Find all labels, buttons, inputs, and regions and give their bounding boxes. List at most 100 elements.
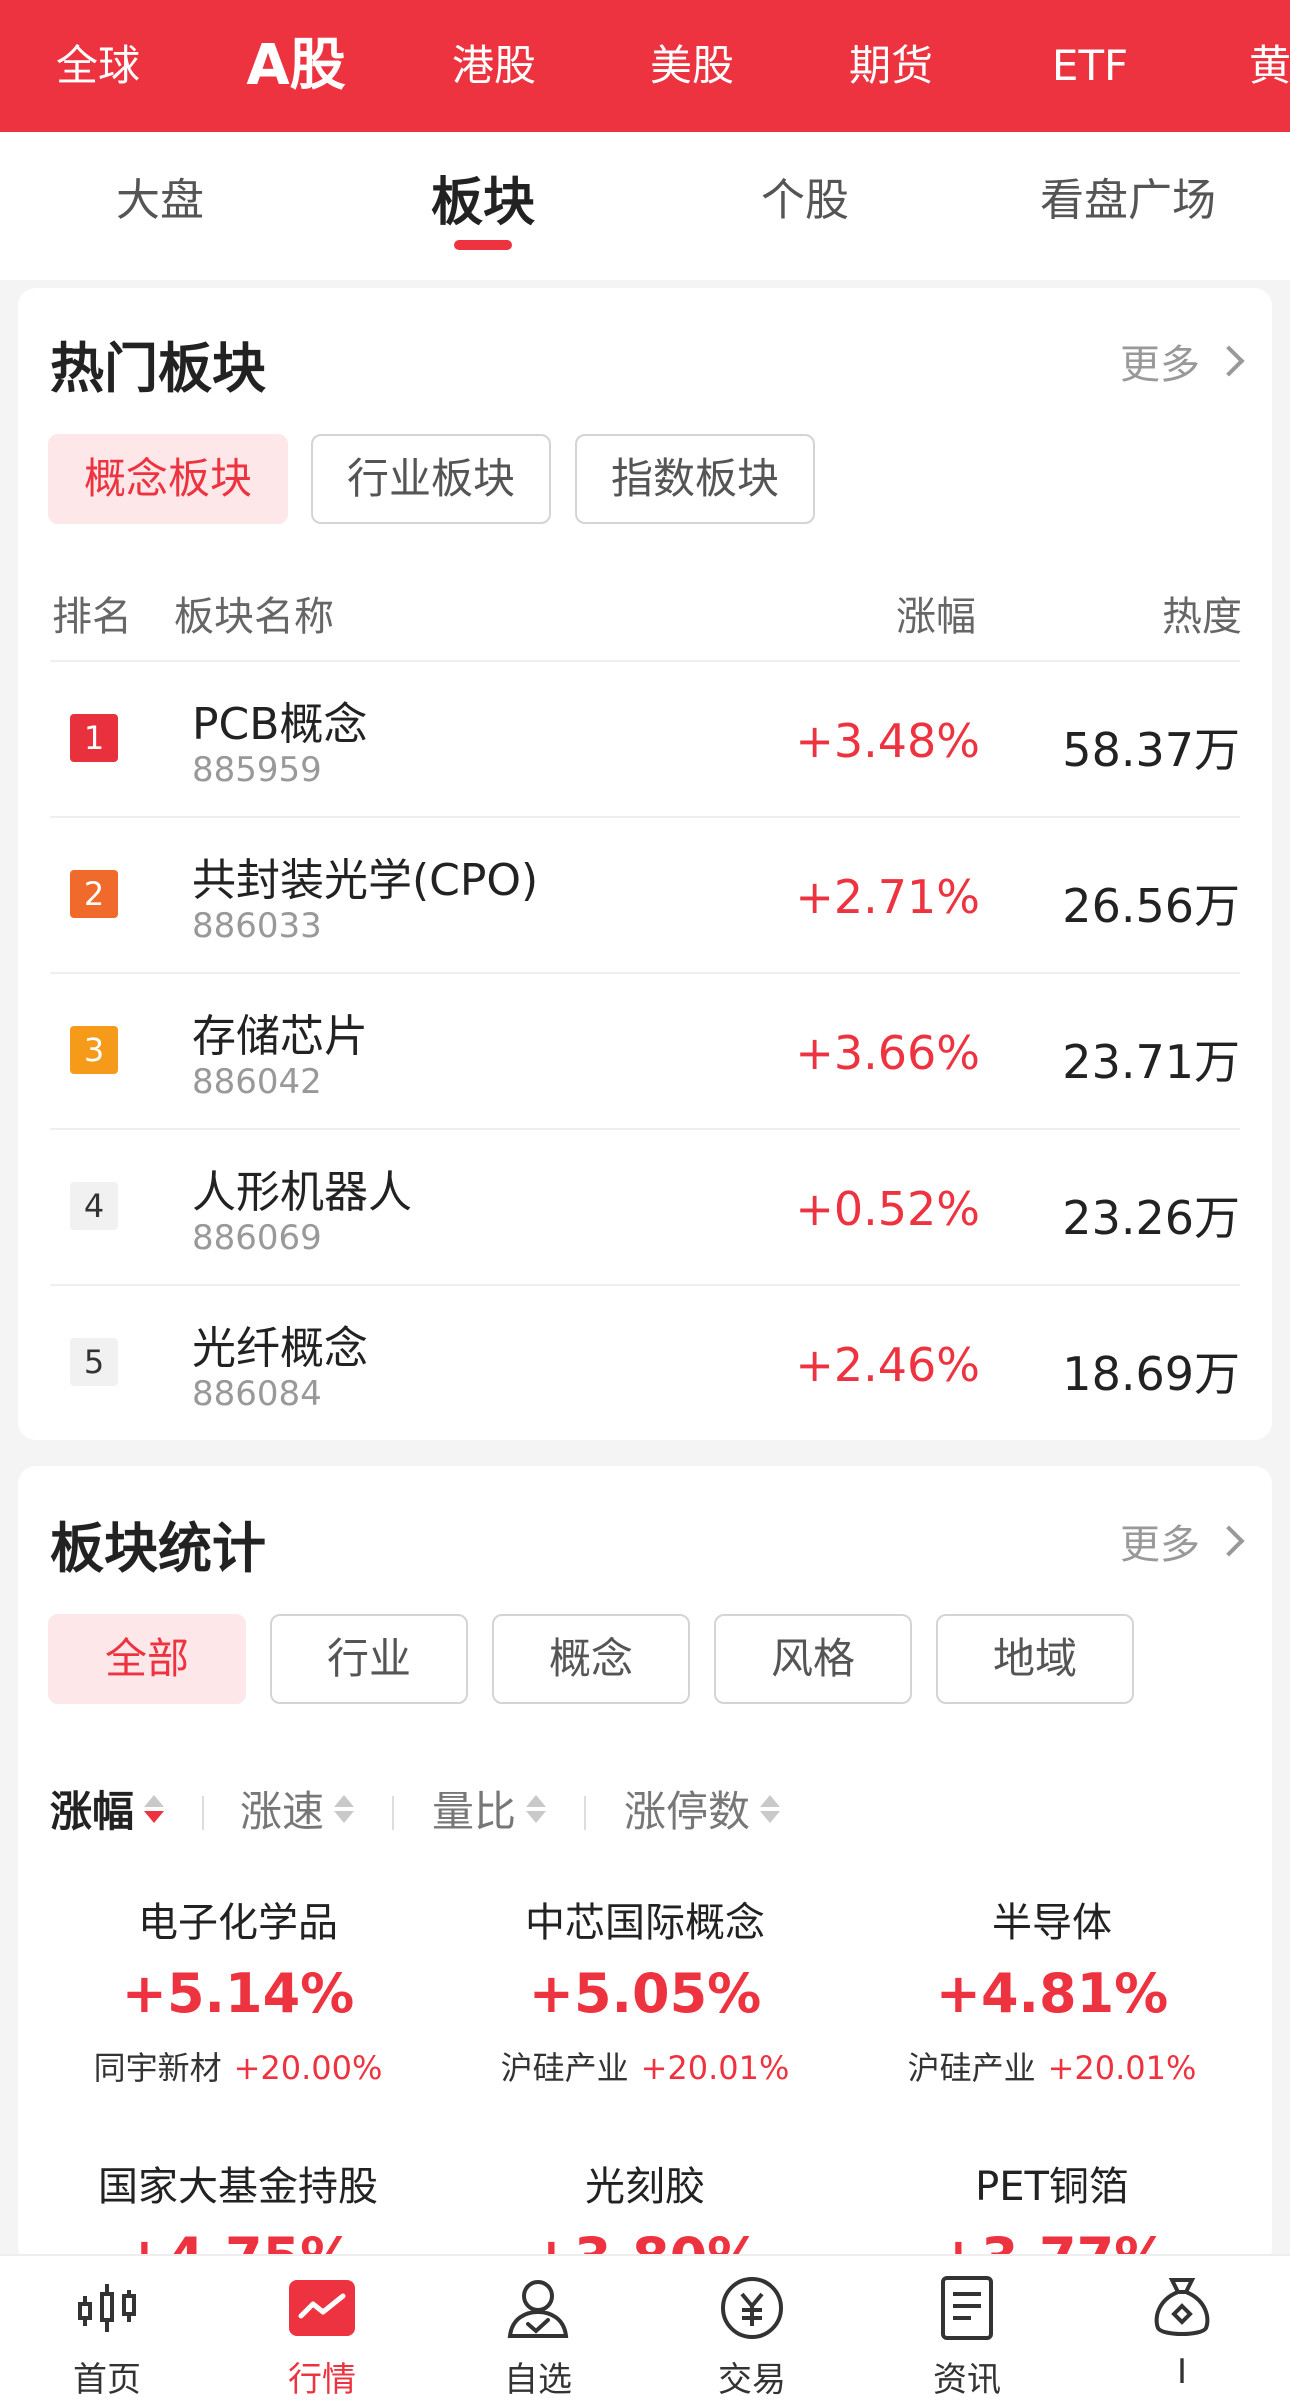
stat-name: 半导体 — [992, 1900, 1112, 1946]
sort-label: 涨速 — [240, 1787, 325, 1836]
money-bag-icon — [1102, 2270, 1262, 2346]
chip-concept[interactable]: 概念板块 — [48, 434, 288, 524]
leader-change: +20.00% — [233, 2049, 383, 2087]
tab-overview[interactable]: 大盘 — [116, 164, 204, 228]
leader-change: +20.01% — [1047, 2049, 1197, 2087]
hot-sectors-title: 热门板块 — [50, 337, 266, 400]
sector-code: 886033 — [192, 906, 322, 946]
leader-name: 沪硅产业 — [500, 2049, 629, 2087]
hot-sectors-card: 热门板块 更多 概念板块 行业板块 指数板块 排名 板块名称 涨幅 热度 1 P… — [18, 288, 1272, 1440]
stat-leader: 沪硅产业 +20.01% — [852, 2043, 1252, 2089]
nav-market[interactable]: 行情 — [242, 2270, 402, 2401]
rank-badge: 2 — [70, 870, 118, 918]
table-row[interactable]: 2 共封装光学(CPO) 886033 +2.71% 26.56万 — [50, 816, 1240, 972]
divider — [392, 1796, 394, 1830]
sector-code: 885959 — [192, 750, 322, 790]
sort-by-volume-ratio[interactable]: 量比 — [432, 1778, 547, 1839]
chip-style[interactable]: 风格 — [714, 1614, 912, 1704]
sort-label: 涨停数 — [624, 1787, 751, 1836]
leader-name: 同宇新材 — [93, 2049, 222, 2087]
rank-badge: 5 — [70, 1338, 118, 1386]
sector-code: 886042 — [192, 1062, 322, 1102]
hot-sectors-more[interactable]: 更多 — [1120, 332, 1245, 390]
chip-all[interactable]: 全部 — [48, 1614, 246, 1704]
tab-sectors[interactable]: 板块 — [431, 160, 535, 235]
header-name: 板块名称 — [174, 594, 334, 640]
sector-change: +3.48% — [795, 714, 980, 768]
chip-industry[interactable]: 行业板块 — [311, 434, 551, 524]
tab-square[interactable]: 看盘广场 — [1040, 164, 1216, 228]
tab-stocks[interactable]: 个股 — [761, 164, 849, 228]
sector-change: +2.71% — [795, 870, 980, 924]
sort-icon — [526, 1794, 547, 1823]
sort-icon — [760, 1794, 781, 1823]
sector-name: 共封装光学(CPO) — [192, 855, 539, 906]
more-label: 更多 — [1120, 342, 1200, 388]
market-tab-gold[interactable]: 黄 — [1249, 0, 1290, 132]
user-check-icon — [458, 2270, 618, 2346]
document-icon — [887, 2270, 1047, 2346]
table-row[interactable]: 1 PCB概念 885959 +3.48% 58.37万 — [50, 660, 1240, 816]
sector-stats-card: 板块统计 更多 全部 行业 概念 风格 地域 涨幅 涨速 量比 涨停数 电子化学… — [18, 1466, 1272, 2289]
more-label: 更多 — [1120, 1522, 1200, 1568]
market-tab-etf[interactable]: ETF — [1052, 0, 1128, 132]
chip-concept[interactable]: 概念 — [492, 1614, 690, 1704]
sort-icon — [334, 1794, 355, 1823]
nav-label: I — [1176, 2352, 1188, 2392]
sector-name: PCB概念 — [192, 699, 368, 750]
market-tab-global[interactable]: 全球 — [56, 0, 140, 132]
nav-label: 首页 — [73, 2360, 141, 2400]
stat-item[interactable]: 半导体 +4.81% 沪硅产业 +20.01% — [852, 1890, 1252, 2089]
stat-name: 国家大基金持股 — [98, 2164, 378, 2210]
table-row[interactable]: 4 人形机器人 886069 +0.52% 23.26万 — [50, 1128, 1240, 1284]
nav-trade[interactable]: 交易 — [672, 2270, 832, 2401]
market-tab-a-share[interactable]: A股 — [246, 0, 345, 132]
sector-change: +3.66% — [795, 1026, 980, 1080]
nav-home[interactable]: 首页 — [27, 2270, 187, 2401]
header-rank: 排名 — [52, 594, 132, 640]
stat-name: 电子化学品 — [138, 1900, 338, 1946]
chevron-right-icon — [1213, 1525, 1245, 1557]
divider — [584, 1796, 586, 1830]
sort-by-speed[interactable]: 涨速 — [240, 1778, 355, 1839]
rank-badge: 3 — [70, 1026, 118, 1074]
stat-name: 中芯国际概念 — [525, 1900, 765, 1946]
stat-leader: 同宇新材 +20.00% — [38, 2043, 438, 2089]
table-row[interactable]: 3 存储芯片 886042 +3.66% 23.71万 — [50, 972, 1240, 1128]
trend-chart-icon — [242, 2270, 402, 2346]
chip-industry[interactable]: 行业 — [270, 1614, 468, 1704]
market-tab-futures[interactable]: 期货 — [849, 0, 933, 132]
market-tab-hk[interactable]: 港股 — [452, 0, 536, 132]
sort-by-limit-up[interactable]: 涨停数 — [624, 1778, 781, 1839]
header-heat[interactable]: 热度 — [1162, 584, 1242, 642]
sector-heat: 26.56万 — [1062, 879, 1240, 933]
chip-region[interactable]: 地域 — [936, 1614, 1134, 1704]
stat-change: +5.05% — [528, 1962, 762, 2025]
chevron-right-icon — [1213, 345, 1245, 377]
nav-label: 自选 — [504, 2360, 572, 2400]
sector-code: 886084 — [192, 1374, 322, 1414]
stat-item[interactable]: 中芯国际概念 +5.05% 沪硅产业 +20.01% — [445, 1890, 845, 2089]
nav-wealth[interactable]: I — [1102, 2270, 1262, 2392]
table-row[interactable]: 5 光纤概念 886084 +2.46% 18.69万 — [50, 1284, 1240, 1440]
divider — [202, 1796, 204, 1830]
header-change[interactable]: 涨幅 — [896, 584, 976, 642]
yuan-coin-icon — [672, 2270, 832, 2346]
sector-heat: 23.26万 — [1062, 1191, 1240, 1245]
market-tab-bar: 全球 A股 港股 美股 期货 ETF 黄 — [0, 0, 1290, 132]
sector-stats-more[interactable]: 更多 — [1120, 1512, 1245, 1570]
rank-badge: 4 — [70, 1182, 118, 1230]
nav-label: 资讯 — [933, 2360, 1001, 2400]
sector-heat: 23.71万 — [1062, 1035, 1240, 1089]
chip-index[interactable]: 指数板块 — [575, 434, 815, 524]
sort-by-change[interactable]: 涨幅 — [50, 1778, 165, 1839]
nav-label: 行情 — [288, 2360, 356, 2400]
active-tab-indicator — [454, 240, 512, 250]
bottom-nav: 首页 行情 自选 交易 资讯 I — [0, 2254, 1290, 2401]
nav-news[interactable]: 资讯 — [887, 2270, 1047, 2401]
stat-leader: 沪硅产业 +20.01% — [445, 2043, 845, 2089]
market-tab-us[interactable]: 美股 — [650, 0, 734, 132]
stat-item[interactable]: 电子化学品 +5.14% 同宇新材 +20.00% — [38, 1890, 438, 2089]
nav-watchlist[interactable]: 自选 — [458, 2270, 618, 2401]
sector-heat: 18.69万 — [1062, 1347, 1240, 1401]
